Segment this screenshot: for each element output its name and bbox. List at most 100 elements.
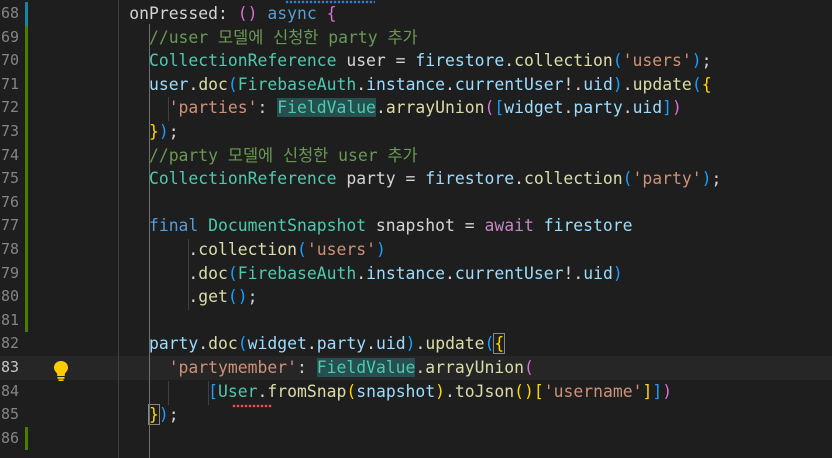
code-token: 'users' (306, 240, 376, 259)
line-number: 71 (0, 74, 19, 93)
line-number: 84 (0, 381, 19, 400)
code-token: CollectionReference (148, 169, 337, 189)
code-token: . (356, 74, 367, 94)
line-number: 81 (0, 310, 19, 329)
code-token: uid (583, 263, 613, 283)
code-token: //party 모델에 신청한 user 추가 (148, 145, 418, 165)
code-text: .get(); (70, 285, 257, 309)
code-token: widget (247, 334, 307, 354)
code-token: collection (523, 169, 623, 189)
code-token: { (701, 74, 712, 94)
code-token: doc (198, 263, 228, 283)
line-number: 86 (0, 428, 19, 447)
code-line[interactable]: 74 //party 모델에 신청한 user 추가 (0, 143, 832, 168)
line-number: 77 (0, 216, 19, 235)
git-change-marker (25, 2, 28, 26)
code-token: 'parties' (168, 98, 258, 118)
indent-guide (208, 381, 209, 405)
code-token: toJson (454, 381, 515, 401)
indent-guide (188, 239, 189, 310)
code-token: ( (346, 381, 357, 401)
code-line[interactable]: 82 party.doc(widget.party.uid).update({ (0, 332, 832, 356)
code-editor[interactable]: 68 onPressed: () async {69 //user 모델에 신청… (0, 0, 832, 458)
code-token: . (622, 98, 633, 118)
code-line[interactable]: 76 (0, 190, 832, 215)
code-token: . (70, 263, 199, 283)
code-line[interactable]: 81 (0, 308, 832, 333)
code-line[interactable]: 73 }); (0, 120, 832, 144)
code-token: . (356, 263, 367, 283)
code-token: arrayUnion (385, 98, 485, 118)
git-change-marker (25, 25, 28, 50)
code-token: FieldValue (316, 358, 416, 377)
code-line[interactable]: 86 (0, 426, 832, 451)
code-token: . (188, 74, 199, 94)
code-token: ) (158, 122, 169, 141)
git-change-marker (25, 214, 28, 238)
code-line[interactable]: 78 .collection('users') (0, 238, 832, 262)
code-text: user.doc(FirebaseAuth.instance.currentUs… (70, 73, 712, 97)
code-line[interactable]: 80 .get(); (0, 285, 832, 309)
code-token: instance (366, 74, 446, 94)
code-token: user = (336, 51, 416, 71)
line-number: 73 (0, 122, 19, 140)
line-number: 74 (0, 145, 19, 164)
code-token: . (445, 381, 455, 401)
code-token: ) (612, 74, 623, 94)
line-number: 78 (0, 240, 19, 258)
lightbulb-icon[interactable] (52, 360, 70, 382)
code-text: CollectionReference party = firestore.co… (70, 167, 721, 191)
code-token: ( (484, 334, 495, 354)
code-line[interactable]: 75 CollectionReference party = firestore… (0, 167, 832, 191)
code-line[interactable]: 71 user.doc(FirebaseAuth.instance.curren… (0, 72, 832, 97)
code-token: party (148, 334, 199, 354)
code-line[interactable]: 68 onPressed: () async { (0, 2, 832, 26)
code-token: . (257, 381, 268, 401)
code-token: update (632, 74, 692, 94)
git-change-marker (25, 426, 28, 451)
line-number: 69 (0, 27, 19, 46)
code-line[interactable]: 69 //user 모델에 신청한 party 추가 (0, 25, 832, 50)
git-change-marker (25, 143, 28, 168)
code-token: ) (158, 405, 169, 425)
code-token: [ (208, 381, 219, 401)
line-number: 68 (0, 4, 19, 22)
code-token: user (148, 74, 189, 94)
code-text: .doc(FirebaseAuth.instance.currentUser!.… (70, 262, 622, 286)
code-token: ( (227, 263, 238, 283)
code-token: . (445, 263, 455, 283)
line-number: 85 (0, 405, 19, 424)
code-line[interactable]: 77 final DocumentSnapshot snapshot = awa… (0, 214, 832, 238)
code-token: () (227, 287, 248, 307)
code-token: . (70, 287, 199, 307)
code-token: instance (366, 263, 446, 283)
code-token: ( (622, 169, 633, 189)
code-line[interactable]: 72 'parties': FieldValue.arrayUnion([wid… (0, 96, 832, 120)
code-token: snapshot (356, 381, 436, 401)
code-line[interactable]: 83 'partymember': FieldValue.arrayUnion( (0, 356, 832, 380)
code-line[interactable]: 79 .doc(FirebaseAuth.instance.currentUse… (0, 261, 832, 286)
code-token: ) (672, 98, 682, 118)
git-change-marker (25, 238, 28, 262)
line-number: 75 (0, 169, 19, 188)
code-token: . (445, 74, 455, 94)
code-line[interactable]: 84 [User.fromSnap(snapshot).toJson()['us… (0, 380, 832, 404)
code-token: ( (296, 240, 307, 259)
code-token: party (316, 334, 367, 354)
code-token: 'username' (543, 381, 643, 401)
line-number: 83 (0, 358, 19, 376)
code-token: ; (168, 122, 179, 141)
code-line[interactable]: 85 }); (0, 403, 832, 427)
error-squiggle (232, 404, 272, 408)
code-token: uid (632, 98, 663, 118)
code-text: [User.fromSnap(snapshot).toJson()['usern… (70, 380, 672, 404)
code-token: ] (642, 381, 653, 401)
code-text: onPressed: () async { (70, 2, 336, 26)
code-token: . (306, 334, 317, 354)
code-token: ; (701, 51, 712, 71)
code-line[interactable]: 70 CollectionReference user = firestore.… (0, 49, 832, 73)
